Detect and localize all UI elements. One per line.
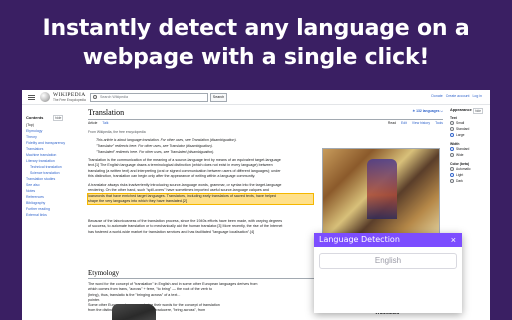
hatnote-2: "Translator" redirects here. For other u…	[96, 144, 213, 148]
appearance-option-label: Dark	[456, 179, 463, 183]
search-icon	[93, 95, 97, 99]
paragraph-3: Because of the laboriousness of the tran…	[88, 219, 313, 235]
appearance-option-label: Wide	[456, 153, 464, 157]
appearance-option-label: Large	[456, 133, 465, 137]
tab-tools[interactable]: Tools	[435, 121, 443, 125]
appearance-hide-button[interactable]: hide	[473, 108, 484, 114]
radio-icon[interactable]	[450, 121, 454, 125]
paragraph-line: this distinction, translation can begin …	[88, 173, 256, 178]
appearance-option[interactable]: Large	[450, 132, 490, 138]
wiki-search-button[interactable]: Search	[210, 93, 227, 102]
highlighted-text: loanwords that have enriched target lang…	[87, 192, 314, 206]
table-of-contents: Contents hide (Top) Etymology Theory Fideli…	[26, 115, 82, 218]
wiki-header: WIKIPEDIA The Free Encyclopedia Search W…	[22, 90, 490, 105]
hatnote-1: This article is about language translati…	[96, 138, 237, 142]
appearance-panel: Appearance hide Text Small Standard Large Wi…	[450, 108, 490, 184]
wikipedia-logo-icon[interactable]	[40, 92, 50, 102]
menu-icon[interactable]	[28, 95, 35, 96]
appearance-sections: Text Small Standard Large Width Standard Wide C…	[450, 116, 490, 184]
paragraph-line: has fostered a world-wide market for tra…	[88, 229, 255, 234]
radio-icon[interactable]	[450, 167, 454, 171]
wiki-top-links: Donate Create account Log in	[431, 94, 482, 98]
popup-header: Language Detection ×	[314, 233, 462, 247]
tab-talk[interactable]: Talk	[102, 121, 108, 125]
donate-link[interactable]: Donate	[431, 94, 442, 98]
article-title: Translation	[88, 108, 125, 117]
detected-language-field: English	[319, 253, 457, 269]
headline: Instantly detect any language on a webpa…	[0, 14, 512, 72]
article-tabs-right: Read Edit View history Tools	[388, 121, 443, 125]
tab-view-history[interactable]: View history	[412, 121, 430, 125]
popup-title: Language Detection	[319, 235, 400, 244]
wiki-tagline: The Free Encyclopedia	[53, 98, 86, 102]
title-divider	[88, 119, 443, 120]
rosetta-stone-image	[112, 304, 156, 320]
wiki-search-input[interactable]: Search Wikipedia	[90, 93, 208, 102]
paragraph-line: of success, to automate translation or t…	[88, 224, 283, 229]
language-detection-popup: Language Detection × English	[314, 233, 462, 313]
saint-jerome-painting	[322, 148, 440, 236]
close-icon[interactable]: ×	[451, 234, 456, 246]
search-placeholder: Search Wikipedia	[100, 95, 128, 99]
appearance-option[interactable]: Dark	[450, 178, 490, 184]
headline-line-2: webpage with a single click!	[82, 45, 430, 70]
appearance-title: Appearance	[450, 108, 472, 112]
section-heading-etymology: Etymology	[88, 269, 120, 277]
tab-edit[interactable]: Edit	[401, 121, 407, 125]
paragraph-1: Translation is the communication of the …	[88, 158, 313, 179]
radio-icon[interactable]	[450, 147, 454, 151]
radio-icon[interactable]	[450, 179, 454, 183]
appearance-option[interactable]: Wide	[450, 152, 490, 158]
toc-list: (Top) Etymology Theory Fidelity and transpa…	[26, 122, 82, 218]
article-tabs-left: Article Talk	[88, 121, 108, 125]
highlighted-line: shape the very languages into which they…	[88, 198, 188, 203]
paragraph-2: A translator always risks inadvertently …	[87, 183, 314, 206]
hatnote-3: "Translated" redirects here. For other u…	[96, 150, 215, 154]
headline-line-1: Instantly detect any language on a	[42, 16, 470, 41]
from-wikipedia-note: From Wikipedia, the free encyclopedia	[88, 130, 146, 134]
radio-icon[interactable]	[450, 127, 454, 131]
login-link[interactable]: Log in	[472, 94, 482, 98]
radio-icon[interactable]	[450, 153, 454, 157]
radio-icon[interactable]	[450, 173, 454, 177]
create-account-link[interactable]: Create account	[446, 94, 470, 98]
tab-read[interactable]: Read	[388, 121, 396, 125]
tab-article[interactable]: Article	[88, 121, 97, 125]
toc-item[interactable]: External links	[26, 212, 82, 218]
toc-hide-button[interactable]: hide	[53, 115, 64, 121]
languages-button[interactable]: ✶ 132 languages ⌵	[412, 109, 443, 113]
radio-icon[interactable]	[450, 133, 454, 137]
